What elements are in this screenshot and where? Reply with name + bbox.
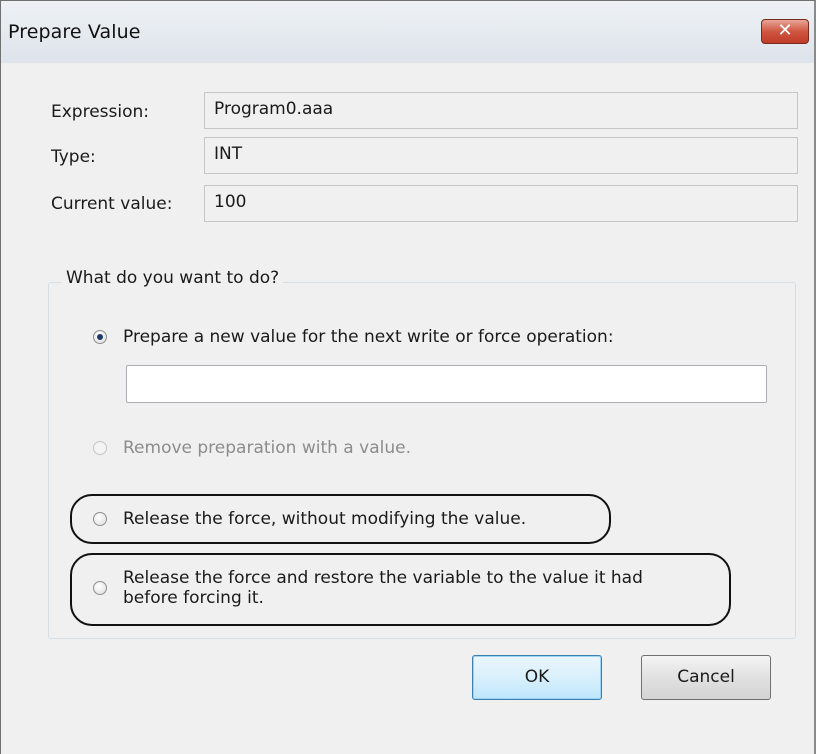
title-bar[interactable]: Prepare Value ✕: [1, 1, 814, 63]
radio-button-disabled: [93, 441, 107, 455]
expression-field: Program0.aaa: [204, 92, 798, 129]
option-restore-label-line1: Release the force and restore the variab…: [123, 568, 643, 588]
new-value-input[interactable]: [126, 365, 767, 403]
expression-label: Expression:: [51, 102, 150, 122]
option-prepare-label: Prepare a new value for the next write o…: [123, 327, 614, 347]
type-label: Type:: [51, 147, 96, 167]
option-release-label: Release the force, without modifying the…: [123, 509, 527, 529]
option-restore-label-line2: before forcing it.: [123, 588, 264, 608]
ok-button[interactable]: OK: [472, 655, 602, 700]
dialog-body: Expression: Program0.aaa Type: INT Curre…: [1, 63, 814, 754]
radio-button[interactable]: [93, 581, 107, 595]
type-field: INT: [204, 137, 798, 174]
prepare-value-dialog: Prepare Value ✕ Expression: Program0.aaa…: [0, 0, 816, 754]
close-button[interactable]: ✕: [761, 19, 809, 44]
option-remove-label: Remove preparation with a value.: [123, 438, 411, 458]
dialog-title: Prepare Value: [8, 21, 141, 43]
current-value-field: 100: [204, 185, 798, 222]
groupbox-title: What do you want to do?: [62, 268, 284, 288]
radio-button[interactable]: [93, 512, 107, 526]
close-icon: ✕: [777, 20, 793, 41]
radio-button-checked[interactable]: [93, 330, 107, 344]
current-value-label: Current value:: [51, 194, 173, 214]
cancel-button[interactable]: Cancel: [641, 655, 771, 700]
